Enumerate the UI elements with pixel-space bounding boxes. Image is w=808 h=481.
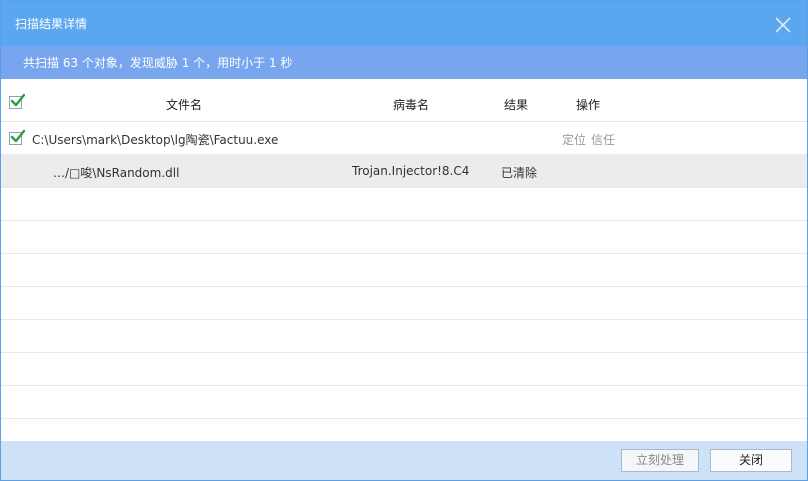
file-path: C:\Users\mark\Desktop\lg陶瓷\Factuu.exe <box>32 133 279 147</box>
file-path: …/□唆\NsRandom.dll <box>53 166 180 180</box>
table-row-empty <box>1 221 807 254</box>
title-bar: 扫描结果详情 <box>1 1 807 46</box>
scan-summary-text: 共扫描 63 个对象，发现威胁 1 个，用时小于 1 秒 <box>23 56 293 70</box>
header-filename: 文件名 <box>166 98 203 112</box>
close-icon[interactable] <box>773 15 793 35</box>
checkbox-checked-icon <box>10 129 25 143</box>
table-row-empty <box>1 386 807 419</box>
window-title: 扫描结果详情 <box>15 17 88 31</box>
scan-results-window: 扫描结果详情 共扫描 63 个对象，发现威胁 1 个，用时小于 1 秒 文件名 … <box>0 0 808 481</box>
table-row: …/□唆\NsRandom.dll Trojan.Injector!8.C4 已… <box>1 155 807 188</box>
process-now-button[interactable]: 立刻处理 <box>621 449 699 472</box>
table-row-empty <box>1 353 807 386</box>
header-result: 结果 <box>504 98 529 112</box>
table-header: 文件名 病毒名 结果 操作 <box>1 85 807 122</box>
table-row-empty <box>1 254 807 287</box>
locate-link[interactable]: 定位 <box>562 131 586 148</box>
header-action: 操作 <box>576 98 601 112</box>
virus-name: Trojan.Injector!8.C4 <box>352 164 470 178</box>
table-row: C:\Users\mark\Desktop\lg陶瓷\Factuu.exe 定位… <box>1 122 807 155</box>
header-virus-name: 病毒名 <box>393 98 430 112</box>
table-row-empty <box>1 287 807 320</box>
result-status: 已清除 <box>501 166 538 180</box>
select-all-checkbox[interactable] <box>9 93 25 109</box>
table-row-empty <box>1 320 807 353</box>
trust-link[interactable]: 信任 <box>591 131 615 148</box>
table-row-empty <box>1 188 807 221</box>
close-button[interactable]: 关闭 <box>710 449 792 472</box>
scan-summary-bar: 共扫描 63 个对象，发现威胁 1 个，用时小于 1 秒 <box>1 46 807 79</box>
row-checkbox[interactable] <box>9 129 25 145</box>
checkbox-checked-icon <box>10 93 25 107</box>
results-table: 文件名 病毒名 结果 操作 C:\Users\mark\Desktop\lg陶瓷… <box>1 85 807 452</box>
footer-bar: 立刻处理 关闭 <box>1 441 807 480</box>
